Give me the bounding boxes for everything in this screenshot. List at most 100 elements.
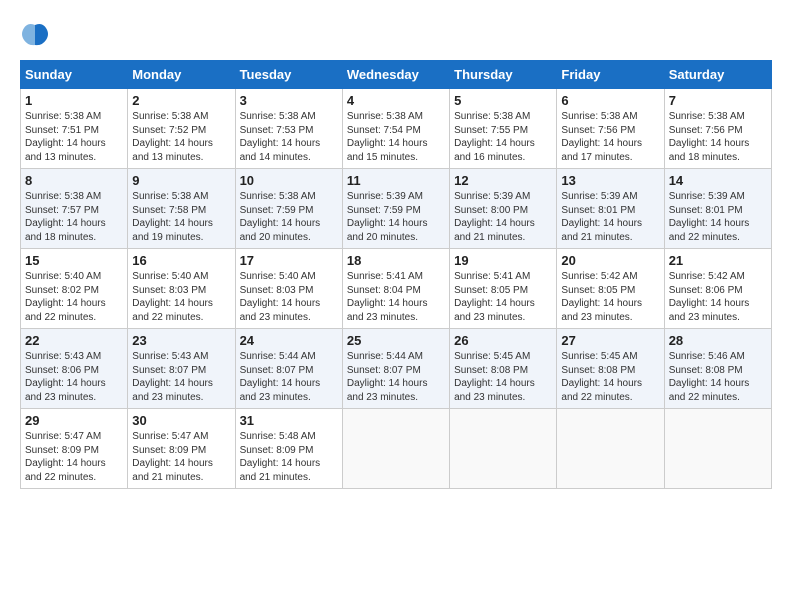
day-number: 28 bbox=[669, 333, 767, 348]
day-number: 18 bbox=[347, 253, 445, 268]
logo bbox=[20, 20, 52, 50]
calendar-cell-3-5: 19 Sunrise: 5:41 AM Sunset: 8:05 PM Dayli… bbox=[450, 249, 557, 329]
day-info: Sunrise: 5:38 AM Sunset: 7:54 PM Dayligh… bbox=[347, 110, 445, 164]
day-info: Sunrise: 5:38 AM Sunset: 7:52 PM Dayligh… bbox=[132, 110, 230, 164]
day-info: Sunrise: 5:44 AM Sunset: 8:07 PM Dayligh… bbox=[347, 350, 445, 404]
calendar-cell-5-1: 29Sunrise: 5:47 AM Sunset: 8:09 PM Dayli… bbox=[21, 409, 128, 489]
col-header-wednesday: Wednesday bbox=[342, 61, 449, 89]
calendar-cell-1-1: 1Sunrise: 5:38 AM Sunset: 7:51 PM Daylig… bbox=[21, 89, 128, 169]
calendar-cell-2-4: 11 Sunrise: 5:39 AM Sunset: 7:59 PM Dayli… bbox=[342, 169, 449, 249]
calendar-cell-3-3: 17 Sunrise: 5:40 AM Sunset: 8:03 PM Dayli… bbox=[235, 249, 342, 329]
day-number: 27 bbox=[561, 333, 659, 348]
col-header-monday: Monday bbox=[128, 61, 235, 89]
calendar-cell-2-7: 14Sunrise: 5:39 AM Sunset: 8:01 PM Dayli… bbox=[664, 169, 771, 249]
calendar-week-5: 29 Sunrise: 5:47 AM Sunset: 8:09 PM Dayli… bbox=[21, 409, 772, 489]
day-info: Sunrise: 5:42 AM Sunset: 8:05 PM Dayligh… bbox=[561, 270, 659, 324]
calendar-cell-5-2: 30 Sunrise: 5:47 AM Sunset: 8:09 PM Dayli… bbox=[128, 409, 235, 489]
day-info: Sunrise: 5:39 AM Sunset: 8:00 PM Dayligh… bbox=[454, 190, 552, 244]
calendar-cell-2-1: 8Sunrise: 5:38 AM Sunset: 7:57 PM Daylig… bbox=[21, 169, 128, 249]
calendar-cell-4-4: 25 Sunrise: 5:44 AM Sunset: 8:07 PM Dayli… bbox=[342, 329, 449, 409]
day-number: 17 bbox=[240, 253, 338, 268]
day-info: Sunrise: 5:42 AM Sunset: 8:06 PM Dayligh… bbox=[669, 270, 767, 324]
day-number: 3 bbox=[240, 93, 338, 108]
calendar: SundayMondayTuesdayWednesdayThursdayFrid… bbox=[20, 60, 772, 489]
day-number: 25 bbox=[347, 333, 445, 348]
day-number: 15 bbox=[25, 253, 123, 268]
day-number: 19 bbox=[454, 253, 552, 268]
day-number: 5 bbox=[454, 93, 552, 108]
day-info: Sunrise: 5:43 AM Sunset: 8:06 PM Dayligh… bbox=[25, 350, 123, 404]
calendar-cell-2-5: 12 Sunrise: 5:39 AM Sunset: 8:00 PM Dayli… bbox=[450, 169, 557, 249]
day-info: Sunrise: 5:38 AM Sunset: 7:55 PM Dayligh… bbox=[454, 110, 552, 164]
logo-icon bbox=[20, 20, 50, 50]
day-number: 24 bbox=[240, 333, 338, 348]
day-info: Sunrise: 5:38 AM Sunset: 7:56 PM Dayligh… bbox=[669, 110, 767, 164]
calendar-cell-3-2: 16 Sunrise: 5:40 AM Sunset: 8:03 PM Dayli… bbox=[128, 249, 235, 329]
day-info: Sunrise: 5:38 AM Sunset: 7:56 PM Dayligh… bbox=[561, 110, 659, 164]
day-number: 21 bbox=[669, 253, 767, 268]
calendar-cell-5-3: 31 Sunrise: 5:48 AM Sunset: 8:09 PM Dayli… bbox=[235, 409, 342, 489]
calendar-cell-4-1: 22 Sunrise: 5:43 AM Sunset: 8:06 PM Dayli… bbox=[21, 329, 128, 409]
calendar-cell-1-2: 2Sunrise: 5:38 AM Sunset: 7:52 PM Daylig… bbox=[128, 89, 235, 169]
col-header-saturday: Saturday bbox=[664, 61, 771, 89]
day-info: Sunrise: 5:39 AM Sunset: 7:59 PM Dayligh… bbox=[347, 190, 445, 244]
day-info: Sunrise: 5:47 AM Sunset: 8:09 PM Dayligh… bbox=[132, 430, 230, 484]
day-info: Sunrise: 5:38 AM Sunset: 7:57 PM Dayligh… bbox=[25, 190, 123, 244]
calendar-cell-5-4 bbox=[342, 409, 449, 489]
calendar-cell-2-3: 10Sunrise: 5:38 AM Sunset: 7:59 PM Dayli… bbox=[235, 169, 342, 249]
day-info: Sunrise: 5:38 AM Sunset: 7:59 PM Dayligh… bbox=[240, 190, 338, 244]
day-number: 12 bbox=[454, 173, 552, 188]
col-header-tuesday: Tuesday bbox=[235, 61, 342, 89]
day-info: Sunrise: 5:48 AM Sunset: 8:09 PM Dayligh… bbox=[240, 430, 338, 484]
day-number: 9 bbox=[132, 173, 230, 188]
calendar-cell-2-2: 9Sunrise: 5:38 AM Sunset: 7:58 PM Daylig… bbox=[128, 169, 235, 249]
day-number: 7 bbox=[669, 93, 767, 108]
day-number: 30 bbox=[132, 413, 230, 428]
calendar-cell-4-3: 24 Sunrise: 5:44 AM Sunset: 8:07 PM Dayli… bbox=[235, 329, 342, 409]
calendar-cell-3-1: 15 Sunrise: 5:40 AM Sunset: 8:02 PM Dayli… bbox=[21, 249, 128, 329]
day-number: 14 bbox=[669, 173, 767, 188]
day-info: Sunrise: 5:40 AM Sunset: 8:03 PM Dayligh… bbox=[240, 270, 338, 324]
col-header-thursday: Thursday bbox=[450, 61, 557, 89]
calendar-cell-4-5: 26 Sunrise: 5:45 AM Sunset: 8:08 PM Dayli… bbox=[450, 329, 557, 409]
calendar-header-row: SundayMondayTuesdayWednesdayThursdayFrid… bbox=[21, 61, 772, 89]
calendar-cell-1-6: 6 Sunrise: 5:38 AM Sunset: 7:56 PM Daylig… bbox=[557, 89, 664, 169]
calendar-week-2: 8Sunrise: 5:38 AM Sunset: 7:57 PM Daylig… bbox=[21, 169, 772, 249]
day-number: 16 bbox=[132, 253, 230, 268]
page-header bbox=[20, 20, 772, 50]
day-info: Sunrise: 5:40 AM Sunset: 8:03 PM Dayligh… bbox=[132, 270, 230, 324]
day-number: 13 bbox=[561, 173, 659, 188]
calendar-cell-3-4: 18 Sunrise: 5:41 AM Sunset: 8:04 PM Dayli… bbox=[342, 249, 449, 329]
calendar-week-4: 22 Sunrise: 5:43 AM Sunset: 8:06 PM Dayli… bbox=[21, 329, 772, 409]
day-number: 20 bbox=[561, 253, 659, 268]
calendar-cell-3-7: 21 Sunrise: 5:42 AM Sunset: 8:06 PM Dayli… bbox=[664, 249, 771, 329]
calendar-cell-1-7: 7 Sunrise: 5:38 AM Sunset: 7:56 PM Daylig… bbox=[664, 89, 771, 169]
day-info: Sunrise: 5:45 AM Sunset: 8:08 PM Dayligh… bbox=[561, 350, 659, 404]
day-info: Sunrise: 5:41 AM Sunset: 8:04 PM Dayligh… bbox=[347, 270, 445, 324]
day-number: 11 bbox=[347, 173, 445, 188]
day-info: Sunrise: 5:41 AM Sunset: 8:05 PM Dayligh… bbox=[454, 270, 552, 324]
day-info: Sunrise: 5:44 AM Sunset: 8:07 PM Dayligh… bbox=[240, 350, 338, 404]
day-number: 4 bbox=[347, 93, 445, 108]
calendar-cell-1-5: 5 Sunrise: 5:38 AM Sunset: 7:55 PM Daylig… bbox=[450, 89, 557, 169]
day-info: Sunrise: 5:40 AM Sunset: 8:02 PM Dayligh… bbox=[25, 270, 123, 324]
calendar-cell-2-6: 13 Sunrise: 5:39 AM Sunset: 8:01 PM Dayli… bbox=[557, 169, 664, 249]
day-number: 26 bbox=[454, 333, 552, 348]
day-info: Sunrise: 5:38 AM Sunset: 7:53 PM Dayligh… bbox=[240, 110, 338, 164]
day-number: 31 bbox=[240, 413, 338, 428]
calendar-cell-5-5 bbox=[450, 409, 557, 489]
day-number: 6 bbox=[561, 93, 659, 108]
day-info: Sunrise: 5:46 AM Sunset: 8:08 PM Dayligh… bbox=[669, 350, 767, 404]
calendar-cell-4-7: 28 Sunrise: 5:46 AM Sunset: 8:08 PM Dayli… bbox=[664, 329, 771, 409]
day-number: 22 bbox=[25, 333, 123, 348]
day-info: Sunrise: 5:45 AM Sunset: 8:08 PM Dayligh… bbox=[454, 350, 552, 404]
col-header-friday: Friday bbox=[557, 61, 664, 89]
calendar-week-3: 15 Sunrise: 5:40 AM Sunset: 8:02 PM Dayli… bbox=[21, 249, 772, 329]
day-info: Sunrise: 5:39 AM Sunset: 8:01 PM Dayligh… bbox=[561, 190, 659, 244]
calendar-cell-4-6: 27 Sunrise: 5:45 AM Sunset: 8:08 PM Dayli… bbox=[557, 329, 664, 409]
day-info: Sunrise: 5:43 AM Sunset: 8:07 PM Dayligh… bbox=[132, 350, 230, 404]
calendar-cell-5-7 bbox=[664, 409, 771, 489]
calendar-cell-1-4: 4 Sunrise: 5:38 AM Sunset: 7:54 PM Daylig… bbox=[342, 89, 449, 169]
calendar-cell-3-6: 20 Sunrise: 5:42 AM Sunset: 8:05 PM Dayli… bbox=[557, 249, 664, 329]
day-number: 29 bbox=[25, 413, 123, 428]
